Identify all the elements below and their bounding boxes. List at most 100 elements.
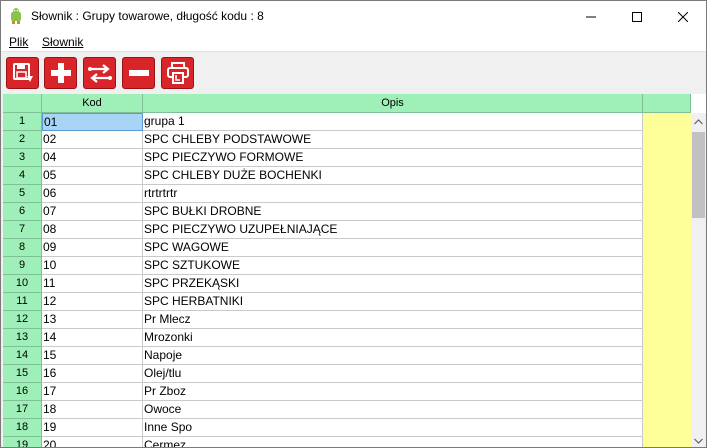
table-row[interactable]: 1 01 grupa 1: [3, 113, 691, 131]
opis-cell[interactable]: SPC HERBATNIKI: [143, 293, 643, 311]
table-row[interactable]: 13 14 Mrozonki: [3, 329, 691, 347]
data-grid: Kod Opis 1 01 grupa 1 2 02 SPC CHLEBY PODSTAW…: [3, 94, 706, 447]
kod-cell[interactable]: 05: [42, 167, 143, 185]
row-number-cell: 8: [3, 239, 42, 257]
kod-cell[interactable]: 12: [42, 293, 143, 311]
opis-cell[interactable]: rtrtrtrtr: [143, 185, 643, 203]
row-number-cell: 9: [3, 257, 42, 275]
grid-header: Kod Opis: [3, 94, 691, 113]
row-number-cell: 12: [3, 311, 42, 329]
kod-cell[interactable]: 08: [42, 221, 143, 239]
opis-cell[interactable]: Owoce: [143, 401, 643, 419]
kod-cell[interactable]: 10: [42, 257, 143, 275]
header-kod[interactable]: Kod: [42, 94, 143, 113]
table-row[interactable]: 18 19 Inne Spo: [3, 419, 691, 437]
table-row[interactable]: 11 12 SPC HERBATNIKI: [3, 293, 691, 311]
close-icon: [678, 11, 688, 22]
kod-cell[interactable]: 04: [42, 149, 143, 167]
vertical-scrollbar[interactable]: [691, 113, 706, 447]
opis-cell[interactable]: SPC SZTUKOWE: [143, 257, 643, 275]
menu-plik[interactable]: Plik: [9, 35, 28, 49]
row-number-cell: 11: [3, 293, 42, 311]
kod-cell[interactable]: 18: [42, 401, 143, 419]
minus-icon: [128, 70, 149, 76]
table-row[interactable]: 10 11 SPC PRZEKĄSKI: [3, 275, 691, 293]
kod-cell[interactable]: 14: [42, 329, 143, 347]
print-button[interactable]: [161, 57, 194, 89]
extra-cell: [643, 329, 691, 347]
opis-cell[interactable]: SPC PRZEKĄSKI: [143, 275, 643, 293]
swap-button[interactable]: [83, 57, 116, 89]
table-row[interactable]: 5 06 rtrtrtrtr: [3, 185, 691, 203]
table-row[interactable]: 4 05 SPC CHLEBY DUŻE BOCHENKI: [3, 167, 691, 185]
opis-cell[interactable]: SPC PIECZYWO UZUPEŁNIAJĄCE: [143, 221, 643, 239]
kod-cell[interactable]: 07: [42, 203, 143, 221]
minimize-icon: [586, 16, 596, 17]
table-row[interactable]: 16 17 Pr Zboz: [3, 383, 691, 401]
kod-cell[interactable]: 06: [42, 185, 143, 203]
title-bar[interactable]: Słownik : Grupy towarowe, długość kodu :…: [1, 1, 706, 32]
table-row[interactable]: 12 13 Pr Mlecz: [3, 311, 691, 329]
scroll-down-button[interactable]: [691, 432, 706, 447]
table-row[interactable]: 7 08 SPC PIECZYWO UZUPEŁNIAJĄCE: [3, 221, 691, 239]
kod-cell[interactable]: 11: [42, 275, 143, 293]
kod-cell[interactable]: 09: [42, 239, 143, 257]
opis-cell[interactable]: SPC PIECZYWO FORMOWE: [143, 149, 643, 167]
menu-slownik[interactable]: Słownik: [42, 35, 83, 49]
table-row[interactable]: 3 04 SPC PIECZYWO FORMOWE: [3, 149, 691, 167]
opis-cell[interactable]: grupa 1: [143, 113, 643, 131]
close-button[interactable]: [660, 1, 706, 32]
add-button[interactable]: [44, 57, 77, 89]
kod-cell[interactable]: 02: [42, 131, 143, 149]
opis-cell[interactable]: SPC CHLEBY DUŻE BOCHENKI: [143, 167, 643, 185]
extra-cell: [643, 149, 691, 167]
kod-cell[interactable]: 17: [42, 383, 143, 401]
menu-bar: Plik Słownik: [1, 32, 706, 52]
print-icon: [166, 62, 189, 84]
extra-cell: [643, 275, 691, 293]
minimize-button[interactable]: [568, 1, 614, 32]
save-exit-icon: [12, 63, 33, 82]
opis-cell[interactable]: SPC BUŁKI DROBNE: [143, 203, 643, 221]
opis-cell[interactable]: Cermez: [143, 437, 643, 447]
extra-cell: [643, 185, 691, 203]
grid-rows: 1 01 grupa 1 2 02 SPC CHLEBY PODSTAWOWE 3 04 SPC…: [3, 113, 691, 447]
delete-button[interactable]: [122, 57, 155, 89]
opis-cell[interactable]: Pr Mlecz: [143, 311, 643, 329]
maximize-button[interactable]: [614, 1, 660, 32]
table-row[interactable]: 8 09 SPC WAGOWE: [3, 239, 691, 257]
opis-cell[interactable]: Pr Zboz: [143, 383, 643, 401]
table-row[interactable]: 2 02 SPC CHLEBY PODSTAWOWE: [3, 131, 691, 149]
header-opis[interactable]: Opis: [143, 94, 643, 113]
kod-cell[interactable]: 15: [42, 347, 143, 365]
kod-cell[interactable]: 01: [42, 113, 143, 131]
chevron-up-icon: [694, 118, 703, 124]
row-number-cell: 19: [3, 437, 42, 447]
extra-cell: [643, 203, 691, 221]
kod-cell[interactable]: 16: [42, 365, 143, 383]
opis-cell[interactable]: Mrozonki: [143, 329, 643, 347]
opis-cell[interactable]: Inne Spo: [143, 419, 643, 437]
table-row[interactable]: 14 15 Napoje: [3, 347, 691, 365]
maximize-icon: [632, 11, 642, 22]
opis-cell[interactable]: SPC CHLEBY PODSTAWOWE: [143, 131, 643, 149]
opis-cell[interactable]: Olej/tlu: [143, 365, 643, 383]
row-number-cell: 6: [3, 203, 42, 221]
kod-cell[interactable]: 19: [42, 419, 143, 437]
table-row[interactable]: 6 07 SPC BUŁKI DROBNE: [3, 203, 691, 221]
kod-cell[interactable]: 13: [42, 311, 143, 329]
table-row[interactable]: 15 16 Olej/tlu: [3, 365, 691, 383]
opis-cell[interactable]: SPC WAGOWE: [143, 239, 643, 257]
kod-cell[interactable]: 20: [42, 437, 143, 447]
extra-cell: [643, 113, 691, 131]
table-row[interactable]: 19 20 Cermez: [3, 437, 691, 447]
row-number-cell: 3: [3, 149, 42, 167]
opis-cell[interactable]: Napoje: [143, 347, 643, 365]
save-exit-button[interactable]: [6, 57, 39, 89]
scrollbar-thumb[interactable]: [692, 132, 705, 218]
table-row[interactable]: 17 18 Owoce: [3, 401, 691, 419]
scroll-up-button[interactable]: [691, 113, 706, 130]
table-row[interactable]: 9 10 SPC SZTUKOWE: [3, 257, 691, 275]
chevron-down-icon: [694, 438, 703, 444]
app-icon: [11, 8, 21, 24]
